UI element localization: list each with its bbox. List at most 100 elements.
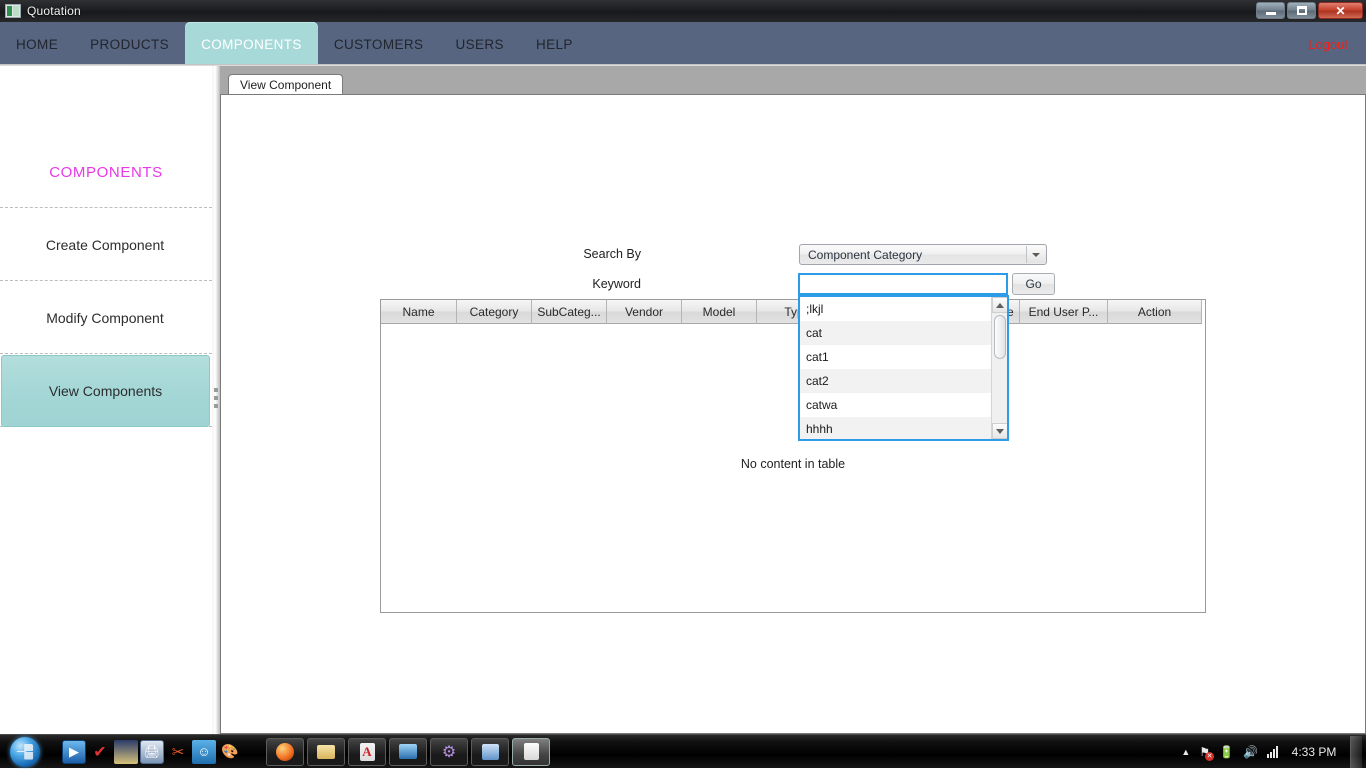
- speaker-icon[interactable]: 🔊: [1243, 745, 1258, 759]
- scroll-up-icon[interactable]: [992, 297, 1008, 313]
- sidebar-title: COMPONENTS: [0, 164, 212, 181]
- table-header-label: Model: [703, 305, 736, 319]
- keyword-input[interactable]: [798, 273, 1008, 295]
- search-by-select[interactable]: Component Category: [799, 244, 1047, 265]
- image-viewer-icon[interactable]: [114, 740, 138, 764]
- nav-item-home[interactable]: HOME: [0, 22, 74, 66]
- settings-icon[interactable]: ⚙: [430, 738, 468, 766]
- clock[interactable]: 4:33 PM: [1287, 745, 1341, 759]
- main-navbar: HOME PRODUCTS COMPONENTS CUSTOMERS USERS HELP…: [0, 22, 1366, 66]
- system-tray: ▲ ⚑✕ 🔋 🔊 4:33 PM: [1181, 735, 1366, 769]
- autocomplete-scrollbar[interactable]: [991, 297, 1007, 439]
- autocomplete-item[interactable]: cat1: [800, 345, 991, 369]
- media-player-icon[interactable]: ▶: [62, 740, 86, 764]
- show-desktop-button[interactable]: [1350, 736, 1362, 768]
- network-error-icon[interactable]: ⚑✕: [1199, 745, 1210, 759]
- acrobat-reader-icon[interactable]: A: [348, 738, 386, 766]
- signal-bars-icon[interactable]: [1267, 746, 1278, 758]
- table-header-label: Action: [1138, 305, 1171, 319]
- table-header-cell[interactable]: Name: [381, 300, 457, 324]
- window-titlebar: Quotation ✕: [0, 0, 1366, 22]
- autocomplete-list: ;lkjl catcat1 cat2 catwa hhhh: [800, 297, 991, 441]
- sidebar-divider: [0, 207, 212, 208]
- splitter-grip-icon: [214, 388, 218, 412]
- search-by-value: Component Category: [808, 248, 922, 262]
- autocomplete-item-label: hhhh: [806, 422, 833, 436]
- minimize-button[interactable]: [1256, 2, 1285, 19]
- nav-item-products[interactable]: PRODUCTS: [74, 22, 185, 66]
- autocomplete-item-label: cat2: [806, 374, 829, 388]
- keyword-label: Keyword: [481, 277, 641, 291]
- window-title: Quotation: [27, 4, 81, 18]
- sidebar-item-view-components[interactable]: View Components: [1, 355, 210, 427]
- tab-label: View Component: [240, 78, 331, 92]
- window-controls: ✕: [1256, 2, 1363, 19]
- table-header-cell[interactable]: Model: [682, 300, 757, 324]
- table-header-label: End User P...: [1029, 305, 1099, 319]
- sidebar: COMPONENTS Create Component Modify Compo…: [0, 66, 212, 734]
- logout-link[interactable]: Logout: [1308, 22, 1348, 66]
- tabstrip: View Component: [220, 66, 1366, 94]
- tab-view-component[interactable]: View Component: [228, 74, 343, 94]
- nav-item-label: COMPONENTS: [201, 37, 302, 52]
- sidebar-item-create-component[interactable]: Create Component: [0, 209, 210, 281]
- content-panel: View Component Search By Component Categ…: [220, 66, 1366, 734]
- nav-item-label: USERS: [455, 37, 504, 52]
- messenger-icon[interactable]: ☺: [192, 740, 216, 764]
- quick-launch-icons: ▶ ✔ 🖨 ✂ ☺ 🎨: [62, 740, 242, 764]
- go-button[interactable]: Go: [1012, 273, 1055, 295]
- table-header-cell[interactable]: End User P...: [1020, 300, 1108, 324]
- file-explorer-icon[interactable]: [307, 738, 345, 766]
- close-button[interactable]: ✕: [1318, 2, 1363, 19]
- outlook-icon[interactable]: [389, 738, 427, 766]
- start-button[interactable]: [2, 737, 48, 767]
- nav-item-users[interactable]: USERS: [439, 22, 520, 66]
- table-header-label: Category: [470, 305, 519, 319]
- chevron-up-icon[interactable]: ▲: [1181, 747, 1190, 757]
- check-icon[interactable]: ✔: [88, 740, 112, 764]
- table-header-cell[interactable]: SubCateg...: [532, 300, 607, 324]
- printer-icon[interactable]: 🖨: [140, 740, 164, 764]
- nav-item-label: HOME: [16, 37, 58, 52]
- table-empty-message: No content in table: [381, 457, 1205, 471]
- table-header-label: SubCateg...: [537, 305, 600, 319]
- search-by-label: Search By: [481, 247, 641, 261]
- go-button-label: Go: [1025, 277, 1041, 291]
- keyword-autocomplete-popup[interactable]: ;lkjl catcat1 cat2 catwa hhhh: [798, 295, 1009, 441]
- nav-item-help[interactable]: HELP: [520, 22, 589, 66]
- sidebar-splitter[interactable]: [212, 66, 220, 734]
- table-header-cell[interactable]: Category: [457, 300, 532, 324]
- maximize-button[interactable]: [1287, 2, 1316, 19]
- scrollbar-thumb[interactable]: [994, 315, 1006, 359]
- nav-item-label: CUSTOMERS: [334, 37, 424, 52]
- taskbar-app-buttons: A ⚙: [266, 738, 550, 766]
- chevron-down-icon[interactable]: [1026, 246, 1045, 263]
- scroll-down-icon[interactable]: [992, 423, 1008, 439]
- autocomplete-item[interactable]: catwa: [800, 393, 991, 417]
- battery-plug-icon[interactable]: 🔋: [1219, 745, 1234, 759]
- nav-item-components[interactable]: COMPONENTS: [185, 22, 318, 66]
- autocomplete-item-label: ;lkjl: [806, 302, 823, 316]
- table-header-cell[interactable]: Action: [1108, 300, 1202, 324]
- scissors-icon[interactable]: ✂: [166, 740, 190, 764]
- nav-item-customers[interactable]: CUSTOMERS: [318, 22, 440, 66]
- windows-taskbar: ▶ ✔ 🖨 ✂ ☺ 🎨 A ⚙ ▲ ⚑✕ 🔋 🔊: [0, 734, 1366, 768]
- table-header-label: Name: [402, 305, 434, 319]
- paint-icon[interactable]: 🎨: [218, 740, 242, 764]
- table-header-cell[interactable]: Vendor: [607, 300, 682, 324]
- autocomplete-item[interactable]: ;lkjl: [800, 297, 991, 321]
- java-icon[interactable]: [512, 738, 550, 766]
- autocomplete-item[interactable]: cat: [800, 321, 991, 345]
- table-header-row: NameCategorySubCateg...VendorModelTyper …: [381, 300, 1205, 324]
- nav-item-label: HELP: [536, 37, 573, 52]
- autocomplete-item-label: catwa: [806, 398, 837, 412]
- firefox-icon[interactable]: [266, 738, 304, 766]
- nav-items: HOME PRODUCTS COMPONENTS CUSTOMERS USERS HELP: [0, 22, 589, 66]
- word-icon[interactable]: [471, 738, 509, 766]
- table-header-label: Vendor: [625, 305, 663, 319]
- windows-logo-icon: [10, 737, 40, 767]
- sidebar-item-modify-component[interactable]: Modify Component: [0, 282, 210, 354]
- components-table: NameCategorySubCateg...VendorModelTyper …: [380, 299, 1206, 613]
- autocomplete-item[interactable]: hhhh: [800, 417, 991, 441]
- autocomplete-item[interactable]: cat2: [800, 369, 991, 393]
